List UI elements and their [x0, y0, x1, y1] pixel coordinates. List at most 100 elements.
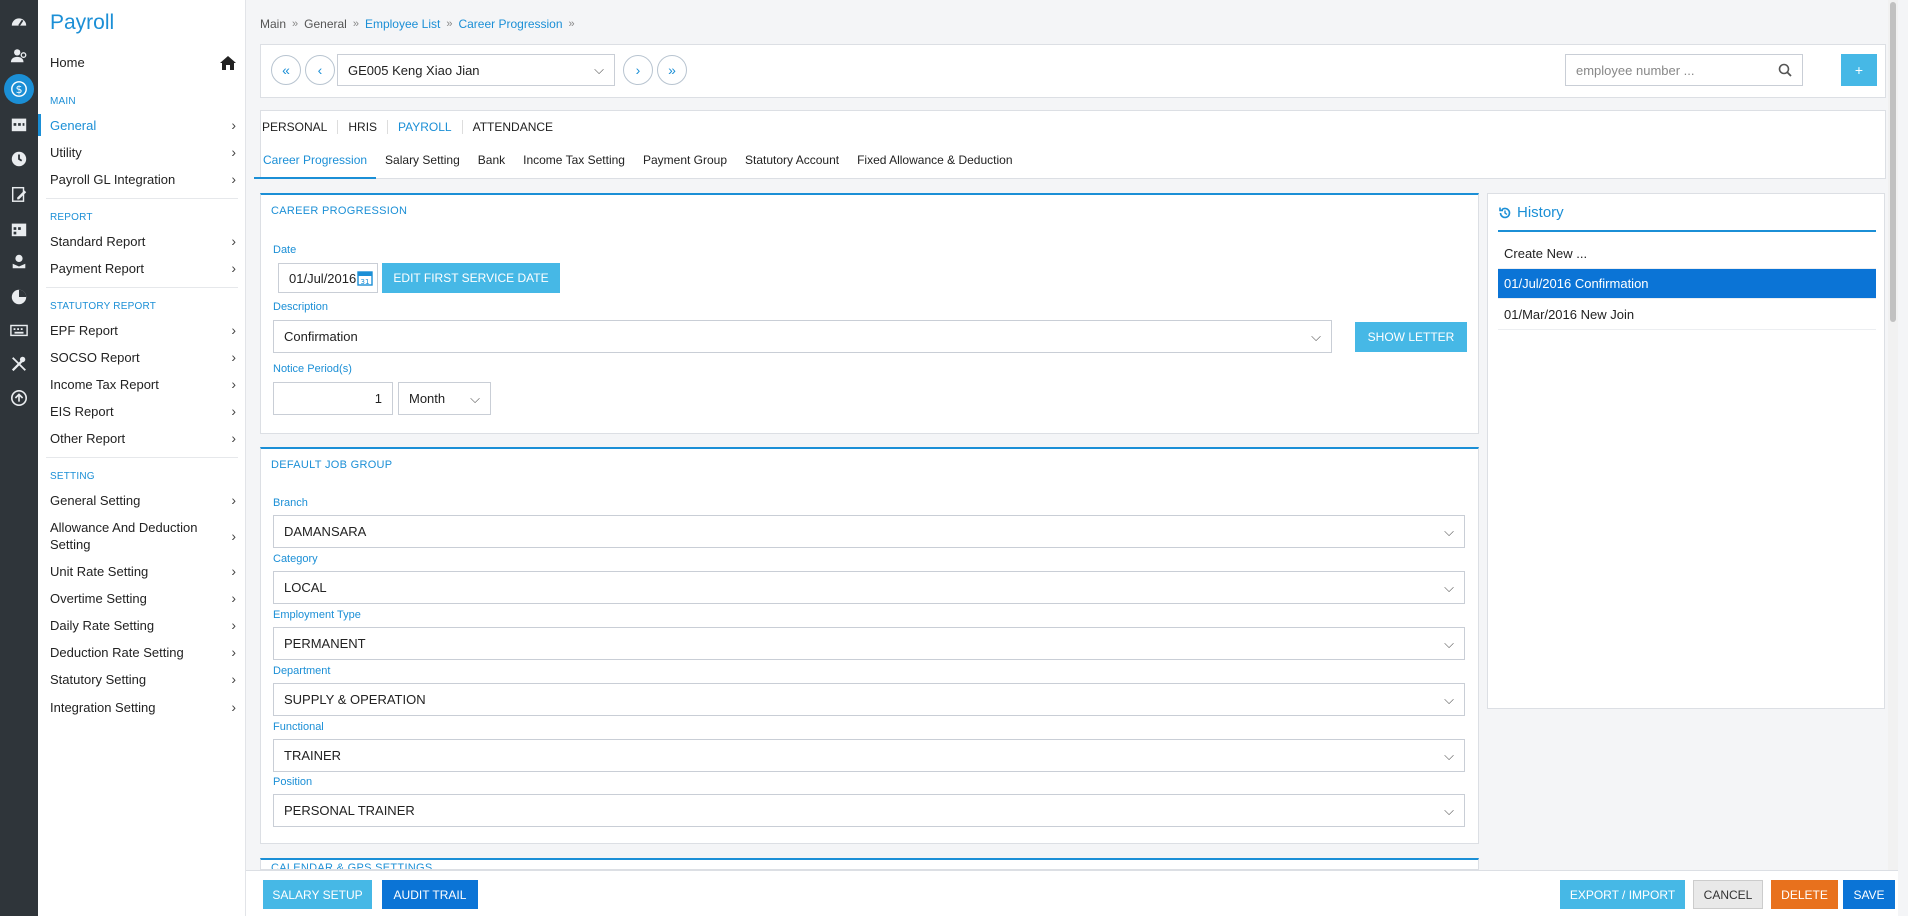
- scrollbar-thumb[interactable]: [1890, 2, 1896, 322]
- add-employee-button[interactable]: +: [1841, 54, 1877, 86]
- chevron-down-icon: ⌵: [594, 62, 604, 77]
- users-settings-icon[interactable]: [6, 43, 32, 69]
- search-icon[interactable]: [1778, 63, 1792, 77]
- history-item[interactable]: 01/Mar/2016 New Join: [1498, 300, 1876, 330]
- employee-search-input[interactable]: employee number ...: [1565, 54, 1803, 86]
- pie-chart-icon[interactable]: [6, 284, 32, 310]
- sidebar-item-utility[interactable]: Utility ›: [50, 144, 236, 161]
- double-chevron-right-icon: »: [668, 62, 676, 78]
- breadcrumb-career-progression[interactable]: Career Progression: [458, 17, 562, 31]
- employee-select-value: GE005 Keng Xiao Jian: [348, 62, 480, 78]
- sidebar-item-unit-rate[interactable]: Unit Rate Setting ›: [50, 563, 236, 580]
- description-select[interactable]: Confirmation ⌵: [273, 320, 1332, 353]
- breadcrumb-main[interactable]: Main: [260, 17, 286, 31]
- breadcrumb-general[interactable]: General: [304, 17, 347, 31]
- sidebar-item-home[interactable]: Home: [50, 54, 236, 71]
- sidebar-item-other-report[interactable]: Other Report ›: [50, 430, 236, 447]
- upload-icon[interactable]: [6, 385, 32, 411]
- breadcrumb-employee-list[interactable]: Employee List: [365, 17, 440, 31]
- notice-period-input[interactable]: 1: [273, 382, 393, 415]
- category-select[interactable]: LOCAL ⌵: [273, 571, 1465, 604]
- audit-trail-button[interactable]: AUDIT TRAIL: [382, 880, 478, 909]
- bottom-action-bar: SALARY SETUP AUDIT TRAIL EXPORT / IMPORT…: [246, 870, 1898, 916]
- cancel-button[interactable]: CANCEL: [1693, 880, 1763, 909]
- payroll-dollar-icon[interactable]: $: [4, 74, 34, 104]
- sidebar-item-label: Payroll GL Integration: [50, 172, 176, 187]
- dashboard-icon[interactable]: [6, 9, 32, 35]
- chevron-right-icon: ›: [231, 233, 236, 249]
- tools-icon[interactable]: [6, 351, 32, 377]
- employment-type-value: PERMANENT: [284, 636, 366, 651]
- document-edit-icon[interactable]: [6, 181, 32, 207]
- salary-setup-button[interactable]: SALARY SETUP: [263, 880, 372, 909]
- sidebar-item-general[interactable]: General ›: [50, 117, 236, 134]
- last-record-button[interactable]: »: [657, 55, 687, 85]
- calendar-icon[interactable]: 31: [357, 270, 373, 286]
- calendar-icon[interactable]: [6, 111, 32, 137]
- employee-select[interactable]: GE005 Keng Xiao Jian ⌵: [337, 54, 615, 86]
- department-value: SUPPLY & OPERATION: [284, 692, 426, 707]
- sidebar-item-epf-report[interactable]: EPF Report ›: [50, 322, 236, 339]
- calendar-grid-icon[interactable]: [6, 216, 32, 242]
- next-record-button[interactable]: ›: [623, 55, 653, 85]
- sidebar-item-deduction-rate[interactable]: Deduction Rate Setting ›: [50, 644, 236, 661]
- tab-payroll[interactable]: PAYROLL: [387, 120, 462, 134]
- app-title: Payroll: [50, 11, 115, 34]
- sidebar-item-payment-report[interactable]: Payment Report ›: [50, 260, 236, 277]
- employment-type-select[interactable]: PERMANENT ⌵: [273, 627, 1465, 660]
- sidebar-item-label: Standard Report: [50, 234, 146, 249]
- chevron-right-icon: ›: [231, 430, 236, 446]
- chevron-down-icon: ⌵: [1444, 523, 1454, 539]
- position-select[interactable]: PERSONAL TRAINER ⌵: [273, 794, 1465, 827]
- tab-fixed-allowance-deduction[interactable]: Fixed Allowance & Deduction: [848, 153, 1021, 179]
- sidebar-item-standard-report[interactable]: Standard Report ›: [50, 233, 236, 250]
- sidebar-item-payroll-gl[interactable]: Payroll GL Integration ›: [50, 171, 236, 188]
- chevron-down-icon: ⌵: [1444, 691, 1454, 707]
- previous-record-button[interactable]: ‹: [305, 55, 335, 85]
- sidebar-item-allowance-deduction[interactable]: Allowance And Deduction Setting ›: [50, 519, 236, 553]
- tab-attendance[interactable]: ATTENDANCE: [461, 120, 563, 134]
- sidebar-item-label: Deduction Rate Setting: [50, 645, 184, 660]
- tab-salary-setting[interactable]: Salary Setting: [376, 153, 469, 179]
- chevron-right-icon: ›: [231, 260, 236, 276]
- tab-hris[interactable]: HRIS: [337, 120, 387, 134]
- sidebar-item-eis-report[interactable]: EIS Report ›: [50, 403, 236, 420]
- tab-income-tax-setting[interactable]: Income Tax Setting: [514, 153, 634, 179]
- notice-unit-select[interactable]: Month ⌵: [398, 382, 491, 415]
- department-select[interactable]: SUPPLY & OPERATION ⌵: [273, 683, 1465, 716]
- delete-button[interactable]: DELETE: [1771, 880, 1838, 909]
- tab-bank[interactable]: Bank: [469, 153, 514, 179]
- sidebar-item-label: SOCSO Report: [50, 350, 140, 365]
- clock-icon[interactable]: [6, 146, 32, 172]
- history-create-new[interactable]: Create New ...: [1498, 239, 1876, 269]
- main-content: Main » General » Employee List » Career Pro…: [246, 0, 1898, 916]
- functional-select[interactable]: TRAINER ⌵: [273, 739, 1465, 772]
- sidebar-item-general-setting[interactable]: General Setting ›: [50, 492, 236, 509]
- tab-payment-group[interactable]: Payment Group: [634, 153, 736, 179]
- page-scrollbar[interactable]: [1888, 0, 1898, 870]
- date-input[interactable]: 01/Jul/2016 31: [278, 263, 378, 293]
- show-letter-button[interactable]: SHOW LETTER: [1355, 322, 1467, 352]
- section-setting: SETTING: [50, 471, 95, 482]
- history-item-selected[interactable]: 01/Jul/2016 Confirmation: [1498, 269, 1876, 299]
- sidebar-item-daily-rate[interactable]: Daily Rate Setting ›: [50, 617, 236, 634]
- sidebar-item-statutory-setting[interactable]: Statutory Setting ›: [50, 671, 236, 688]
- sidebar-item-integration-setting[interactable]: Integration Setting ›: [50, 699, 236, 716]
- hand-coin-icon[interactable]: [6, 249, 32, 275]
- save-button[interactable]: SAVE: [1843, 880, 1895, 909]
- keyboard-icon[interactable]: [6, 317, 32, 343]
- sidebar-item-overtime[interactable]: Overtime Setting ›: [50, 590, 236, 607]
- sidebar-item-label: Income Tax Report: [50, 377, 159, 392]
- branch-select[interactable]: DAMANSARA ⌵: [273, 515, 1465, 548]
- sidebar-item-socso-report[interactable]: SOCSO Report ›: [50, 349, 236, 366]
- tab-career-progression[interactable]: Career Progression: [254, 153, 377, 179]
- first-record-button[interactable]: «: [271, 55, 301, 85]
- tab-personal[interactable]: PERSONAL: [262, 120, 337, 134]
- sidebar: Payroll Home MAIN General › Utility › Payr…: [38, 0, 246, 916]
- card-title: CALENDAR & GPS SETTINGS: [271, 862, 433, 870]
- edit-first-service-date-button[interactable]: EDIT FIRST SERVICE DATE: [382, 263, 560, 293]
- sidebar-item-income-tax-report[interactable]: Income Tax Report ›: [50, 376, 236, 393]
- divider: [1498, 230, 1876, 232]
- tab-statutory-account[interactable]: Statutory Account: [736, 153, 848, 179]
- export-import-button[interactable]: EXPORT / IMPORT: [1560, 880, 1685, 909]
